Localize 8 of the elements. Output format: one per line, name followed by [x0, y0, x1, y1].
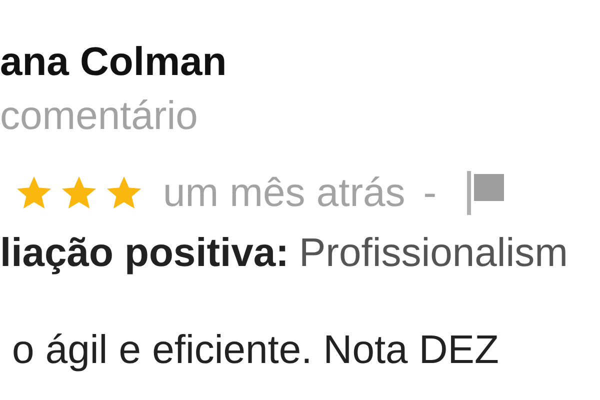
flag-icon[interactable] — [466, 171, 504, 215]
reviewer-name: ana Colman — [0, 39, 227, 86]
separator: - — [423, 170, 437, 217]
positive-value: Profissionalism — [298, 230, 568, 277]
review-count: comentário — [0, 93, 198, 140]
positive-label: liação positiva: — [0, 230, 289, 277]
review-text: o ágil e eficiente. Nota DEZ — [12, 327, 499, 374]
review-time: um mês atrás — [163, 170, 406, 217]
